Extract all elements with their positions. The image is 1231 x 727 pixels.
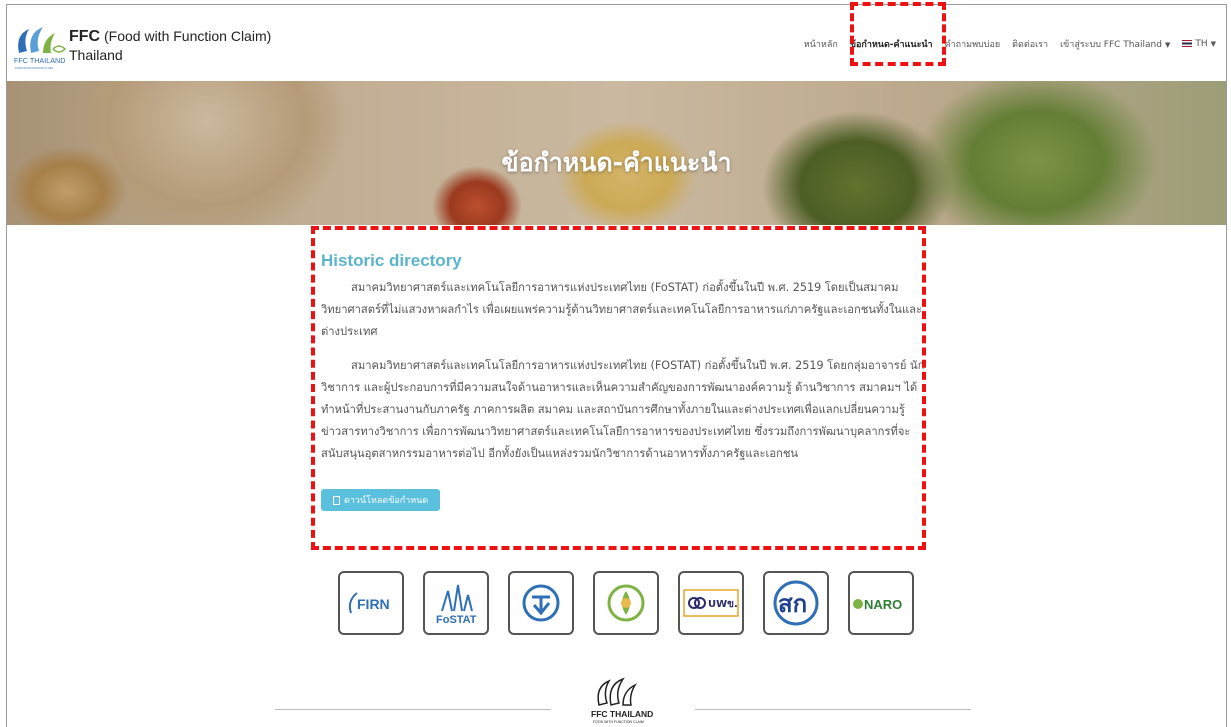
- naro-logo-icon: NARO: [853, 597, 902, 612]
- partner-fostat-logo[interactable]: FoSTAT: [423, 571, 489, 635]
- footer-logo-subtext: FOOD WITH FUNCTION CLAIM: [593, 720, 644, 724]
- nav-item-contact[interactable]: ติดต่อเรา: [1006, 37, 1054, 51]
- ffc-logo-icon: FFC THAILAND FOOD WITH FUNCTION CLAIM: [14, 27, 67, 70]
- brand-name-bold: FFC: [69, 28, 101, 45]
- brand-name-line2: Thailand: [69, 47, 123, 63]
- brand-name[interactable]: FFC (Food with Function Claim) Thailand: [69, 27, 271, 64]
- partner-firn-logo[interactable]: FIRN: [338, 571, 404, 635]
- partner-emblem-logo[interactable]: [593, 571, 659, 635]
- nav-item-login-dropdown[interactable]: เข้าสู่ระบบ FFC Thailand ▼: [1054, 37, 1176, 51]
- site-header: FFC THAILAND FOOD WITH FUNCTION CLAIM FF…: [7, 5, 1226, 81]
- section-title: Historic directory: [321, 251, 462, 270]
- download-guidelines-button[interactable]: ดาวน์โหลดข้อกำหนด: [321, 489, 441, 511]
- footer-logo-icon: FFC THAILAND FOOD WITH FUNCTION CLAIM: [591, 677, 653, 724]
- main-content: Historic directory สมาคมวิทยาศาสตร์และเท…: [321, 251, 927, 511]
- footer-divider-right: [695, 709, 971, 710]
- partner-uwb-logo[interactable]: UWข.: [678, 571, 744, 635]
- nav-item-faq[interactable]: คำถามพบบ่อย: [939, 37, 1007, 51]
- nav-item-guidelines[interactable]: ข้อกำหนด-คำแนะนำ: [844, 37, 939, 51]
- nav-item-home[interactable]: หน้าหลัก: [798, 37, 844, 51]
- chevron-down-icon: ▼: [1164, 41, 1171, 49]
- brand-name-rest: (Food with Function Claim): [100, 28, 272, 44]
- main-nav: หน้าหลัก ข้อกำหนด-คำแนะนำ คำถามพบบ่อย ติ…: [798, 37, 1222, 51]
- footer-ffc-logo[interactable]: FFC THAILAND FOOD WITH FUNCTION CLAIM: [585, 669, 661, 727]
- checkmark-logo-icon: [522, 584, 560, 622]
- partner-uwb-label: UWข.: [708, 599, 738, 610]
- language-selector[interactable]: TH ▼: [1176, 39, 1222, 49]
- stk-logo-icon: สก: [773, 580, 819, 626]
- hero-banner: ข้อกำหนด-คำแนะนำ: [7, 81, 1226, 225]
- partner-naro-logo[interactable]: NARO: [848, 571, 914, 635]
- firn-logo-icon: FIRN: [348, 592, 390, 614]
- document-icon: [333, 495, 340, 505]
- footer-divider-left: [275, 709, 551, 710]
- page-title: ข้อกำหนด-คำแนะนำ: [501, 148, 732, 177]
- partner-firn-label: FIRN: [357, 596, 390, 612]
- thai-flag-icon: [1182, 40, 1193, 47]
- partner-stk-label: สก: [778, 590, 807, 618]
- emblem-logo-icon: [607, 584, 645, 622]
- chevron-down-icon: ▼: [1210, 40, 1216, 48]
- nav-item-login-label: เข้าสู่ระบบ FFC Thailand: [1060, 40, 1162, 50]
- logo-subtext: FOOD WITH FUNCTION CLAIM: [15, 66, 53, 70]
- paragraph-2: สมาคมวิทยาศาสตร์และเทคโนโลยีการอาหารแห่ง…: [321, 359, 925, 460]
- browser-viewport: FFC THAILAND FOOD WITH FUNCTION CLAIM FF…: [6, 4, 1227, 727]
- paragraph-1: สมาคมวิทยาศาสตร์และเทคโนโลยีการอาหารแห่ง…: [321, 281, 923, 338]
- fostat-logo-icon: FoSTAT: [436, 584, 477, 626]
- uwb-logo-icon: UWข.: [683, 589, 739, 617]
- partner-naro-label: NARO: [864, 597, 902, 612]
- language-label: TH: [1195, 39, 1208, 49]
- partner-stk-logo[interactable]: สก: [763, 571, 829, 635]
- logo-text: FFC THAILAND: [14, 56, 65, 65]
- partner-fostat-label: FoSTAT: [436, 614, 477, 626]
- download-button-label: ดาวน์โหลดข้อกำหนด: [344, 495, 429, 505]
- partner-logos: FIRN FoSTAT UWข. สก NARO: [338, 571, 914, 635]
- ffc-logo[interactable]: FFC THAILAND FOOD WITH FUNCTION CLAIM: [13, 19, 75, 71]
- partner-checkmark-logo[interactable]: [508, 571, 574, 635]
- footer-logo-text: FFC THAILAND: [591, 709, 653, 719]
